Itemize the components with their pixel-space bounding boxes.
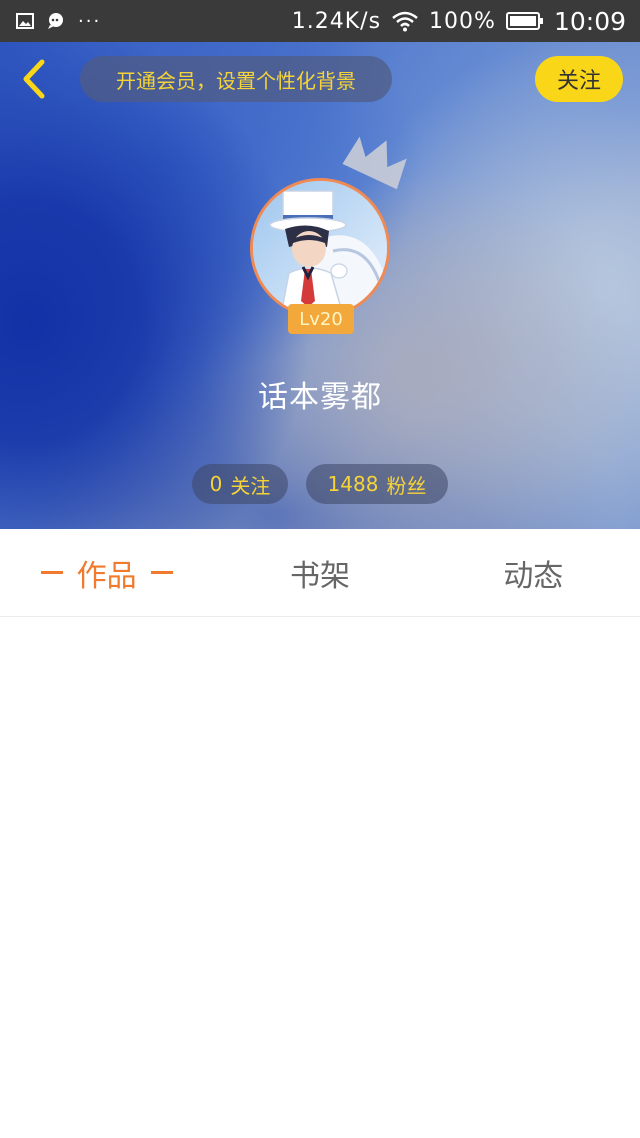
profile-tabs: 作品 书架 动态 [0,529,640,617]
network-speed: 1.24K/s [291,8,382,34]
fans-count: 1488 [327,472,379,496]
tab-content-area [0,618,640,1138]
active-indicator-left [40,571,63,574]
tab-works-label: 作品 [76,558,137,594]
active-indicator-right [150,571,173,574]
tab-bookshelf-label: 书架 [289,558,350,594]
status-overflow: ··· [78,10,102,32]
profile-screen: ··· 1.24K/s 100% 10:09 开通会员，设置个性化背景 关注 L… [0,0,640,1138]
following-label: 关注 [230,473,271,498]
back-button[interactable] [14,56,54,102]
avatar-container [250,178,390,318]
image-icon [16,13,34,29]
tab-activity[interactable]: 动态 [427,529,640,616]
profile-header: 开通会员，设置个性化背景 关注 Lv20 话本雾都 0 关注 1488 粉丝 [0,42,640,529]
battery-icon [505,12,544,30]
battery-percent: 100% [429,8,496,34]
following-count: 0 [209,472,223,496]
following-stat[interactable]: 0 关注 [192,464,288,504]
wifi-icon [391,10,419,32]
chevron-left-icon [21,59,47,99]
fans-stat[interactable]: 1488 粉丝 [306,464,448,504]
level-badge: Lv20 [288,304,354,334]
clock: 10:09 [553,6,626,36]
username: 话本雾都 [258,380,382,415]
tab-bookshelf[interactable]: 书架 [213,529,426,616]
tab-activity-label: 动态 [503,558,564,594]
fans-label: 粉丝 [386,473,427,498]
vip-background-banner[interactable]: 开通会员，设置个性化背景 [80,56,392,102]
chat-bubble-icon [46,12,66,30]
tab-works[interactable]: 作品 [0,529,213,616]
avatar[interactable] [250,178,390,318]
status-bar: ··· 1.24K/s 100% 10:09 [0,0,640,42]
status-bar-left: ··· [16,11,101,32]
follow-button[interactable]: 关注 [535,56,623,102]
status-bar-right: 1.24K/s 100% 10:09 [292,7,626,36]
